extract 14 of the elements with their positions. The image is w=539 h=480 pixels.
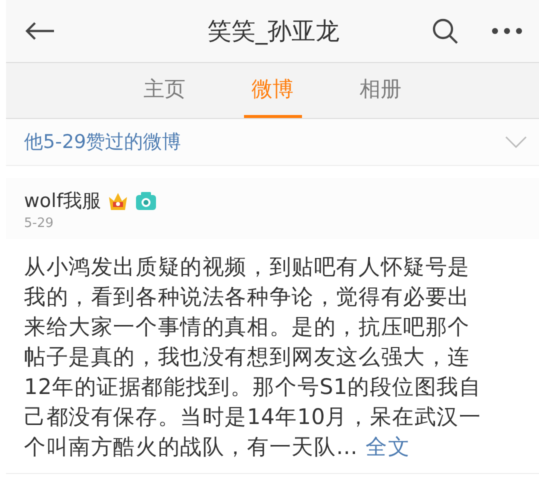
tab[interactable]: 主页	[136, 63, 194, 118]
tab[interactable]: 相册	[352, 63, 410, 118]
post-date: 5-29	[24, 216, 55, 231]
search-icon	[431, 17, 459, 45]
full-text-link[interactable]: 全文	[366, 435, 410, 460]
back-button[interactable]	[24, 21, 56, 41]
back-arrow-icon	[24, 21, 56, 41]
post-text: 从小鸿发出质疑的视频，到贴吧有人怀疑号是我的，看到各种说法各种争论，觉得有必要出来给大家一个事情的真相。是的，抗压吧那个帖子是真的，我也没有想到网友这么强大，连12年的证据都能找到。那个号S1的段位图我自己都没有保存。当时是14年10月，呆在武汉一个叫南方酷火的战队，有一天队... 全文	[23, 254, 482, 462]
more-button[interactable]	[491, 27, 523, 35]
search-button[interactable]	[431, 17, 459, 45]
more-icon	[491, 27, 523, 35]
author-name[interactable]: wolf我服	[24, 188, 102, 214]
camera-icon	[135, 191, 158, 211]
window-title: 笑笑_孙亚龙	[206, 16, 340, 47]
